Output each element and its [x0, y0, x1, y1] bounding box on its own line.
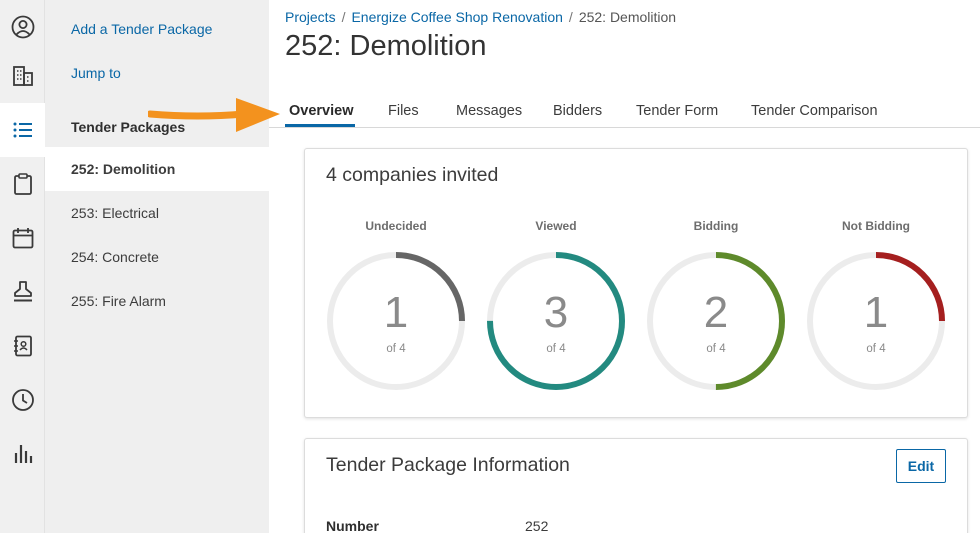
donut-chart: 3 of 4 — [487, 252, 625, 390]
stat-label: Viewed — [535, 219, 577, 233]
tender-packages-nav: Add a Tender Package Jump to Tender Pack… — [45, 0, 269, 533]
rail-item-history[interactable] — [0, 373, 45, 427]
clock-icon — [11, 389, 34, 411]
number-value: 252 — [525, 518, 549, 533]
rail-item-profile[interactable] — [0, 0, 45, 54]
breadcrumb-separator: / — [568, 9, 573, 25]
not-bidding-stat: Not Bidding 1 of 4 — [804, 219, 948, 393]
stat-label: Undecided — [365, 219, 427, 233]
edit-button[interactable]: Edit — [896, 449, 946, 483]
tender-package-info-title: Tender Package Information — [326, 454, 570, 476]
list-icon — [13, 122, 32, 138]
bar-chart-icon — [14, 445, 32, 463]
tab-tender-comparison[interactable]: Tender Comparison — [751, 103, 878, 119]
clipboard-icon — [13, 173, 32, 195]
rail-item-directory[interactable] — [0, 319, 45, 373]
companies-invited-card: 4 companies invited Undecided 1 of 4 Viewe… — [304, 148, 968, 418]
rail-item-reports[interactable] — [0, 427, 45, 481]
rail-item-calendar[interactable] — [0, 211, 45, 265]
stat-total: of 4 — [386, 343, 406, 355]
stat-total: of 4 — [546, 343, 566, 355]
tab-messages[interactable]: Messages — [456, 103, 522, 119]
undecided-stat: Undecided 1 of 4 — [324, 219, 468, 393]
active-tab-indicator — [285, 124, 355, 127]
icon-rail — [0, 0, 45, 533]
viewed-stat: Viewed 3 of 4 — [484, 219, 628, 393]
stat-label: Not Bidding — [842, 219, 910, 233]
number-label: Number — [326, 518, 379, 533]
tab-bar: Overview Files Messages Bidders Tender F… — [269, 96, 980, 128]
building-icon — [12, 66, 33, 86]
package-item-electrical[interactable]: 253: Electrical — [45, 191, 269, 235]
donut-chart: 1 of 4 — [327, 252, 465, 390]
package-item-fire-alarm[interactable]: 255: Fire Alarm — [45, 279, 269, 323]
tab-overview[interactable]: Overview — [289, 103, 354, 119]
package-item-demolition[interactable]: 252: Demolition — [45, 147, 269, 191]
tab-tender-form[interactable]: Tender Form — [636, 103, 718, 119]
rail-item-approvals[interactable] — [0, 265, 45, 319]
stat-total: of 4 — [706, 343, 726, 355]
jump-to-link[interactable]: Jump to — [71, 65, 121, 81]
stat-label: Bidding — [693, 219, 739, 233]
breadcrumb: Projects / Energize Coffee Shop Renovation… — [285, 9, 676, 25]
stat-total: of 4 — [866, 343, 886, 355]
stat-count: 1 — [864, 288, 888, 337]
donut-chart: 1 of 4 — [807, 252, 945, 390]
rail-item-tenders[interactable] — [0, 103, 45, 157]
tab-bidders[interactable]: Bidders — [553, 103, 602, 119]
page-title: 252: Demolition — [285, 30, 487, 62]
annotation-arrow-icon — [148, 98, 280, 132]
main-content: Projects / Energize Coffee Shop Renovation… — [269, 0, 980, 533]
rail-item-tasks[interactable] — [0, 157, 45, 211]
breadcrumb-projects[interactable]: Projects — [285, 9, 336, 25]
stat-count: 3 — [544, 288, 568, 337]
calendar-icon — [12, 228, 33, 249]
address-book-icon — [13, 335, 32, 357]
user-circle-icon — [11, 15, 34, 39]
companies-invited-title: 4 companies invited — [326, 164, 499, 186]
bidding-stat: Bidding 2 of 4 — [644, 219, 788, 393]
stat-count: 1 — [384, 288, 408, 337]
tab-files[interactable]: Files — [388, 103, 419, 119]
breadcrumb-separator: / — [341, 9, 346, 25]
stamp-icon — [13, 281, 32, 302]
breadcrumb-current: 252: Demolition — [578, 9, 677, 25]
stat-count: 2 — [704, 288, 728, 337]
breadcrumb-project[interactable]: Energize Coffee Shop Renovation — [351, 9, 562, 25]
package-item-concrete[interactable]: 254: Concrete — [45, 235, 269, 279]
add-tender-package-link[interactable]: Add a Tender Package — [71, 21, 212, 37]
tender-package-info-card: Tender Package Information Edit Number 2… — [304, 438, 968, 533]
rail-item-company[interactable] — [0, 49, 45, 103]
donut-chart: 2 of 4 — [647, 252, 785, 390]
